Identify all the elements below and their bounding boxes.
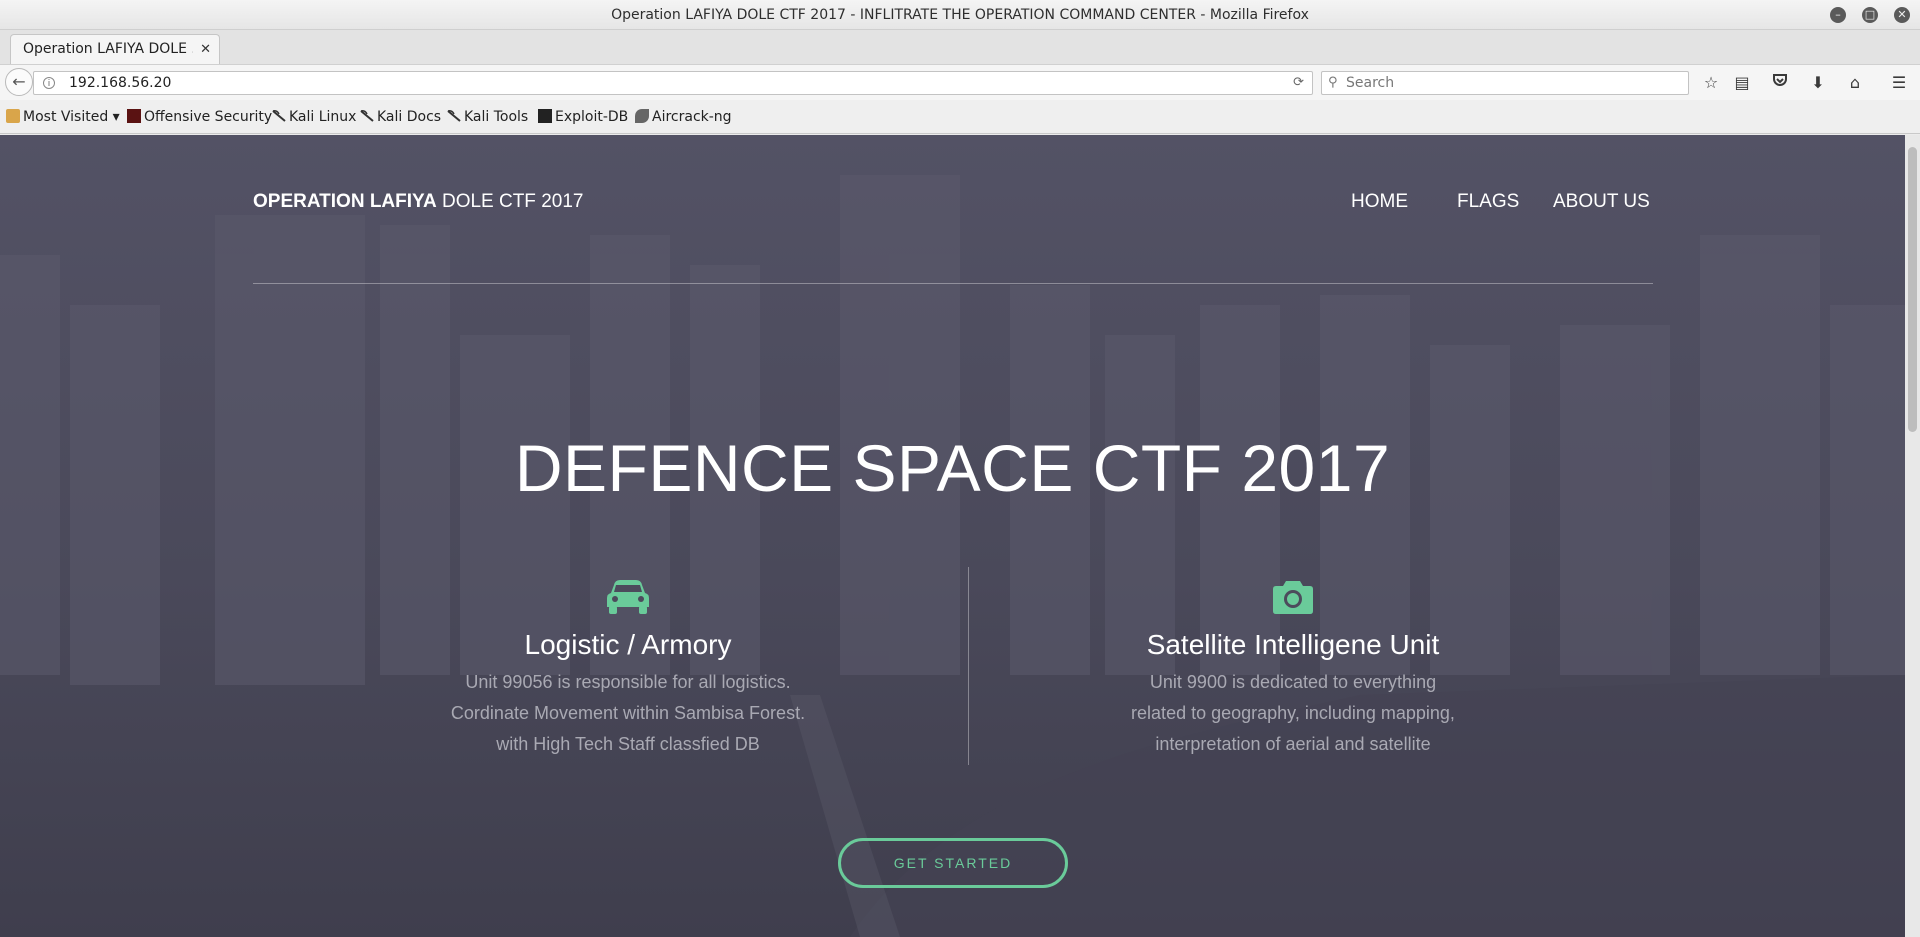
feature-logistics: Logistic / Armory Unit 99056 is responsi… (408, 577, 848, 760)
tab-bar: Operation LAFIYA DOLE ... ✕ + (0, 30, 1920, 88)
reading-list-icon[interactable]: ▤ (1730, 71, 1754, 95)
back-arrow-icon: ← (12, 72, 26, 91)
nav-about-us-link[interactable]: ABOUT US (1553, 191, 1650, 213)
bookmarks-toolbar: Most Visited ▾ Offensive Security Kali L… (0, 100, 1920, 134)
search-bar[interactable]: ⚲ (1321, 71, 1689, 95)
bookmark-kali-tools[interactable]: Kali Tools (447, 100, 528, 134)
bookmark-star-icon[interactable]: ☆ (1699, 71, 1723, 95)
kali-icon (360, 102, 374, 122)
hero-title: DEFENCE SPACE CTF 2017 (514, 431, 1391, 505)
bookmark-most-visited[interactable]: Most Visited ▾ (6, 100, 120, 134)
nav-flags-link[interactable]: FLAGS (1457, 191, 1519, 213)
camera-icon (1073, 577, 1513, 621)
tab-close-icon[interactable]: ✕ (200, 35, 211, 64)
feature-description: Unit 9900 is dedicated to everything rel… (1073, 667, 1513, 760)
exploitdb-icon (538, 109, 552, 123)
url-text[interactable]: 192.168.56.20 (69, 72, 171, 94)
feature-title: Satellite Intelligene Unit (1146, 629, 1440, 660)
bookmark-label: Kali Linux (289, 109, 357, 125)
bookmark-aircrack-ng[interactable]: Aircrack-ng (635, 100, 732, 134)
tab-active[interactable]: Operation LAFIYA DOLE ... ✕ (10, 34, 220, 64)
url-bar[interactable]: i 192.168.56.20 ⟳ (33, 71, 1313, 95)
site-info-icon[interactable]: i (43, 77, 55, 89)
feature-description-line: Cordinate Movement within Sambisa Forest… (450, 703, 806, 723)
offsec-icon (127, 109, 141, 123)
bookmark-kali-docs[interactable]: Kali Docs (360, 100, 441, 134)
feature-title: Logistic / Armory (524, 629, 732, 660)
bookmark-kali-linux[interactable]: Kali Linux (272, 100, 356, 134)
car-icon (408, 577, 848, 621)
page-scrollbar[interactable] (1905, 135, 1920, 937)
bookmark-label: Aircrack-ng (652, 109, 732, 125)
nav-home-link[interactable]: HOME (1351, 191, 1408, 213)
bookmark-label: Offensive Security (144, 109, 273, 125)
feature-description-line: Unit 9900 is dedicated to everything (1149, 672, 1437, 692)
tab-title: Operation LAFIYA DOLE ... (23, 41, 193, 57)
bookmark-exploit-db[interactable]: Exploit-DB (538, 100, 628, 134)
site-brand[interactable]: OPERATION LAFIYA DOLE CTF 2017 (253, 191, 583, 213)
bookmark-label: Kali Tools (464, 109, 529, 125)
bookmark-label: Most Visited ▾ (23, 109, 120, 125)
maximize-button[interactable]: □ (1862, 7, 1878, 23)
search-icon: ⚲ (1328, 75, 1338, 90)
home-icon[interactable]: ⌂ (1843, 71, 1867, 95)
feature-satellite: Satellite Intelligene Unit Unit 9900 is … (1073, 577, 1513, 760)
scrollbar-thumb[interactable] (1908, 147, 1917, 432)
navigation-toolbar: i 192.168.56.20 ⟳ ← ⚲ ☆ ▤ ⬇ ⌂ ☰ (0, 64, 1920, 101)
reload-icon[interactable]: ⟳ (1293, 72, 1304, 94)
feature-description-line: Unit 99056 is responsible for all logist… (465, 672, 791, 692)
window-title: Operation LAFIYA DOLE CTF 2017 - INFLITR… (611, 7, 1309, 23)
brand-bold-text: OPERATION LAFIYA (253, 191, 437, 212)
page-viewport: OPERATION LAFIYA DOLE CTF 2017 HOME FLAG… (0, 135, 1905, 937)
menu-icon[interactable]: ☰ (1887, 71, 1911, 95)
brand-rest-text: DOLE CTF 2017 (436, 191, 584, 212)
download-icon[interactable]: ⬇ (1806, 71, 1830, 95)
get-started-button[interactable]: GET STARTED (838, 838, 1068, 888)
search-input[interactable] (1346, 73, 1676, 93)
feature-description-line: with High Tech Staff classfied DB (496, 734, 760, 754)
bookmark-label: Exploit-DB (555, 109, 629, 125)
pocket-icon[interactable] (1768, 71, 1792, 95)
kali-icon (272, 102, 286, 122)
city-skyline-background (0, 135, 1905, 937)
feature-description-line: interpretation of aerial and satellite (1155, 734, 1431, 754)
feature-divider (968, 567, 969, 765)
close-window-button[interactable]: ✕ (1894, 7, 1910, 23)
minimize-button[interactable]: – (1830, 7, 1846, 23)
aircrack-icon (635, 109, 649, 123)
kali-icon (447, 102, 461, 122)
back-button[interactable]: ← (5, 68, 33, 96)
folder-icon (6, 109, 20, 123)
window-titlebar: Operation LAFIYA DOLE CTF 2017 - INFLITR… (0, 0, 1920, 30)
bookmark-label: Kali Docs (377, 109, 442, 125)
header-divider (253, 283, 1653, 284)
bookmark-offensive-security[interactable]: Offensive Security (127, 100, 272, 134)
feature-description: Unit 99056 is responsible for all logist… (408, 667, 848, 760)
feature-description-line: related to geography, including mapping, (1131, 703, 1455, 723)
